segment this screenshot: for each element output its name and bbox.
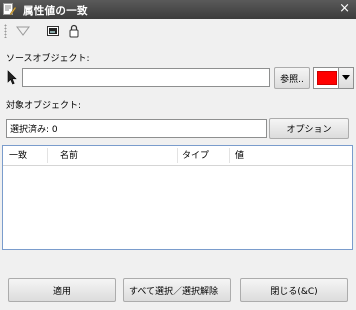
image-icon[interactable] [45, 23, 61, 39]
browse-button-label: 参照.. [280, 74, 304, 85]
apply-button-label: 適用 [52, 286, 71, 297]
chevron-down-icon [342, 75, 350, 80]
close-button-label: 閉じる(&C) [270, 286, 318, 297]
apply-button[interactable]: 適用 [8, 278, 116, 302]
options-button-label: オプション [286, 125, 332, 135]
source-object-label: ソースオブジェクト: [6, 54, 90, 64]
dropdown-arrow[interactable] [338, 68, 353, 88]
title-bar: 属性値の一致 × [0, 0, 356, 19]
select-all-toggle-button[interactable]: すべて選択／選択解除 [123, 278, 231, 302]
column-divider[interactable] [177, 148, 178, 163]
color-swatch [317, 71, 337, 85]
target-object-label: 対象オブジェクト: [6, 101, 82, 111]
attribute-table[interactable]: 一致 名前 タイプ 値 [2, 145, 353, 250]
column-divider[interactable] [229, 148, 230, 163]
app-icon [3, 3, 17, 16]
toolbar [0, 19, 356, 43]
table-header: 一致 名前 タイプ 値 [3, 146, 352, 166]
selected-count-text: 選択済み: 0 [10, 125, 58, 135]
close-button[interactable]: 閉じる(&C) [240, 278, 348, 302]
close-icon[interactable]: × [339, 1, 350, 17]
source-object-field[interactable] [22, 68, 270, 87]
column-header-type[interactable]: タイプ [182, 149, 209, 163]
column-divider[interactable] [47, 148, 48, 163]
column-header-name[interactable]: 名前 [60, 149, 78, 163]
select-all-toggle-label: すべて選択／選択解除 [129, 286, 219, 297]
selected-count-field: 選択済み: 0 [6, 119, 267, 138]
column-header-value[interactable]: 値 [235, 149, 244, 163]
color-dropdown[interactable] [313, 67, 354, 89]
options-button[interactable]: オプション [269, 118, 349, 139]
column-header-match[interactable]: 一致 [9, 149, 27, 163]
toolbar-grip-icon[interactable] [4, 24, 7, 38]
lock-icon[interactable] [66, 23, 82, 39]
browse-button[interactable]: 参照.. [274, 67, 310, 89]
filter-icon[interactable] [15, 23, 31, 39]
pick-cursor-icon[interactable] [7, 70, 17, 85]
window-title: 属性値の一致 [23, 5, 88, 17]
